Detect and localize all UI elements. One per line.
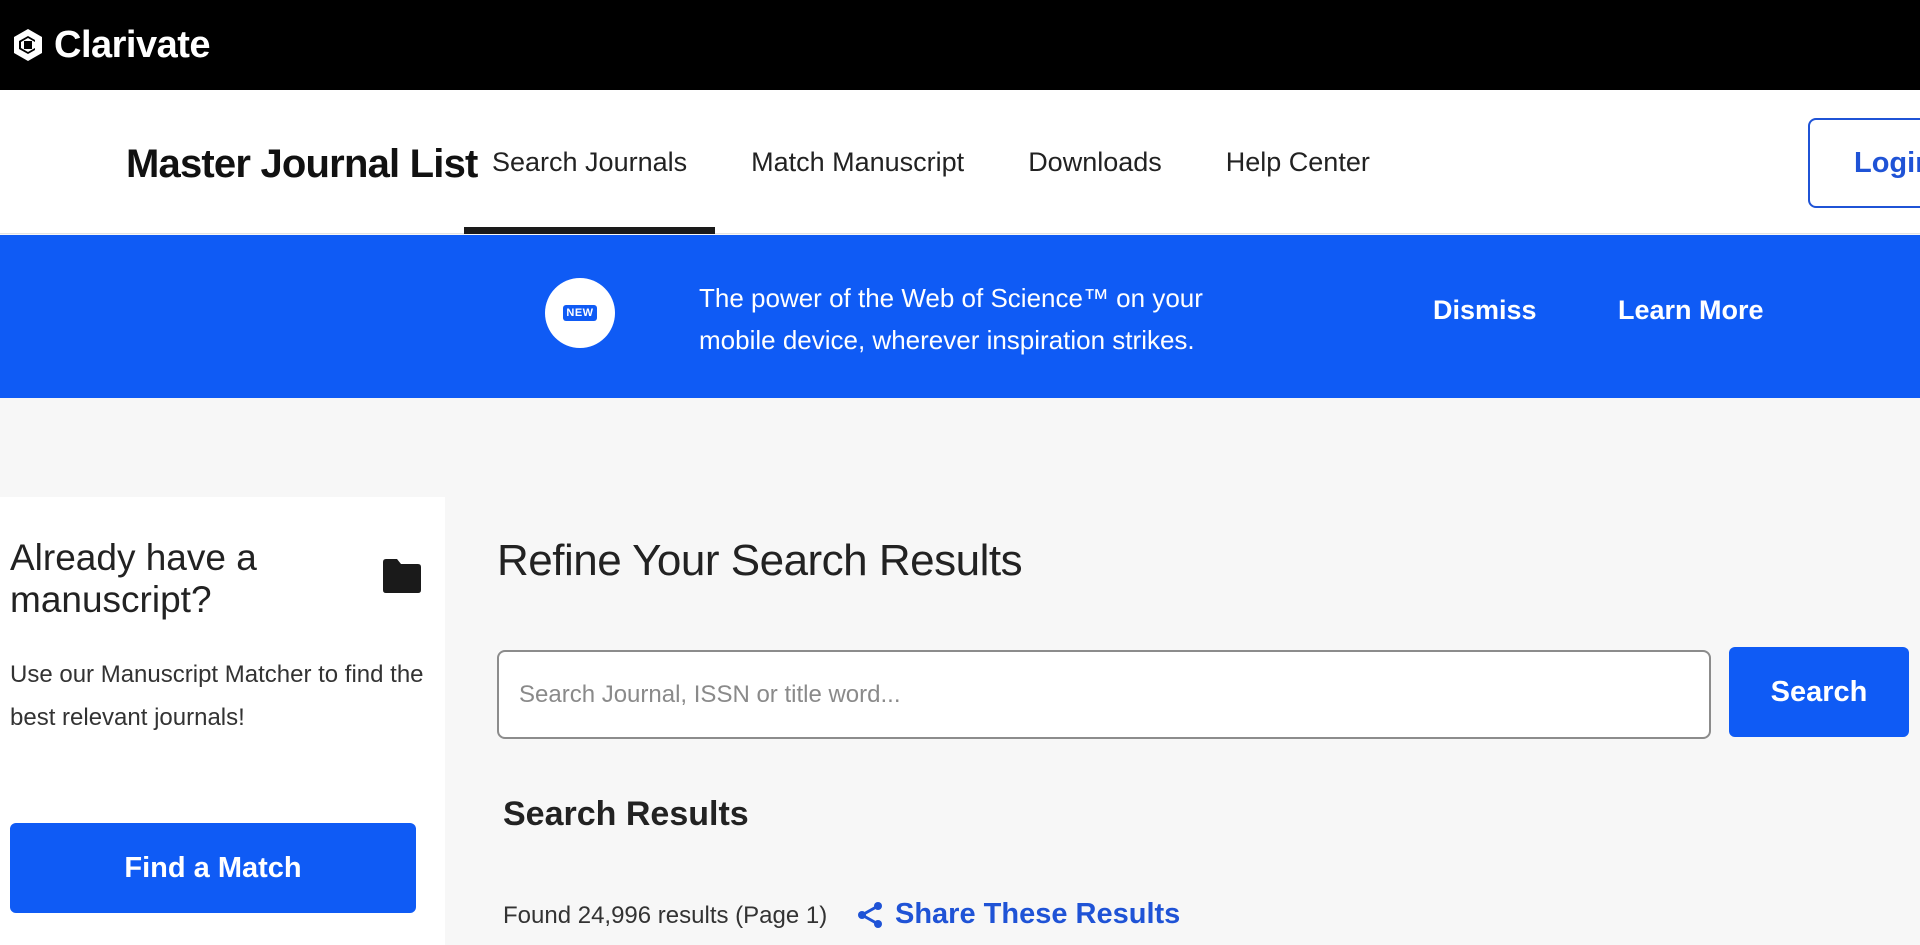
- site-title[interactable]: Master Journal List: [126, 142, 478, 187]
- new-badge-label: NEW: [563, 305, 597, 321]
- folder-icon: [383, 559, 421, 593]
- brand-logo[interactable]: Clarivate: [10, 23, 211, 67]
- search-button[interactable]: Search: [1729, 647, 1909, 737]
- banner-message: The power of the Web of Science™ on your…: [699, 277, 1219, 361]
- share-icon: [858, 901, 882, 928]
- share-results-link[interactable]: Share These Results: [855, 898, 1180, 931]
- main-navigation: Master Journal List Search Journals Matc…: [0, 90, 1920, 234]
- search-input[interactable]: [497, 650, 1711, 739]
- tab-downloads[interactable]: Downloads: [1000, 90, 1190, 234]
- card-heading: Already have a manuscript?: [10, 537, 257, 620]
- share-label: Share These Results: [895, 898, 1181, 930]
- nav-tabs: Search Journals Match Manuscript Downloa…: [464, 90, 1398, 234]
- promo-banner: NEW The power of the Web of Science™ on …: [0, 235, 1920, 398]
- manuscript-match-card: Already have a manuscript? Use our Manus…: [0, 497, 445, 945]
- results-heading: Search Results: [503, 795, 749, 833]
- tab-help-center[interactable]: Help Center: [1198, 90, 1398, 234]
- page-title: Refine Your Search Results: [497, 536, 1023, 585]
- banner-line-1: The power of the Web of Science™ on your: [699, 283, 1203, 313]
- dismiss-button[interactable]: Dismiss: [1433, 295, 1537, 326]
- learn-more-button[interactable]: Learn More: [1618, 295, 1764, 326]
- card-description: Use our Manuscript Matcher to find the b…: [10, 661, 424, 731]
- clarivate-logo-icon: [14, 29, 42, 61]
- brand-name: Clarivate: [54, 23, 211, 66]
- banner-line-2: mobile device, wherever inspiration stri…: [699, 325, 1195, 355]
- find-a-match-button[interactable]: Find a Match: [10, 823, 416, 913]
- results-count: Found 24,996 results (Page 1): [503, 902, 828, 929]
- tab-match-manuscript[interactable]: Match Manuscript: [723, 90, 992, 234]
- brand-bar: Clarivate: [0, 0, 1920, 90]
- tab-search-journals[interactable]: Search Journals: [464, 90, 716, 234]
- login-button[interactable]: Login: [1808, 118, 1920, 208]
- new-badge-icon: NEW: [545, 278, 615, 348]
